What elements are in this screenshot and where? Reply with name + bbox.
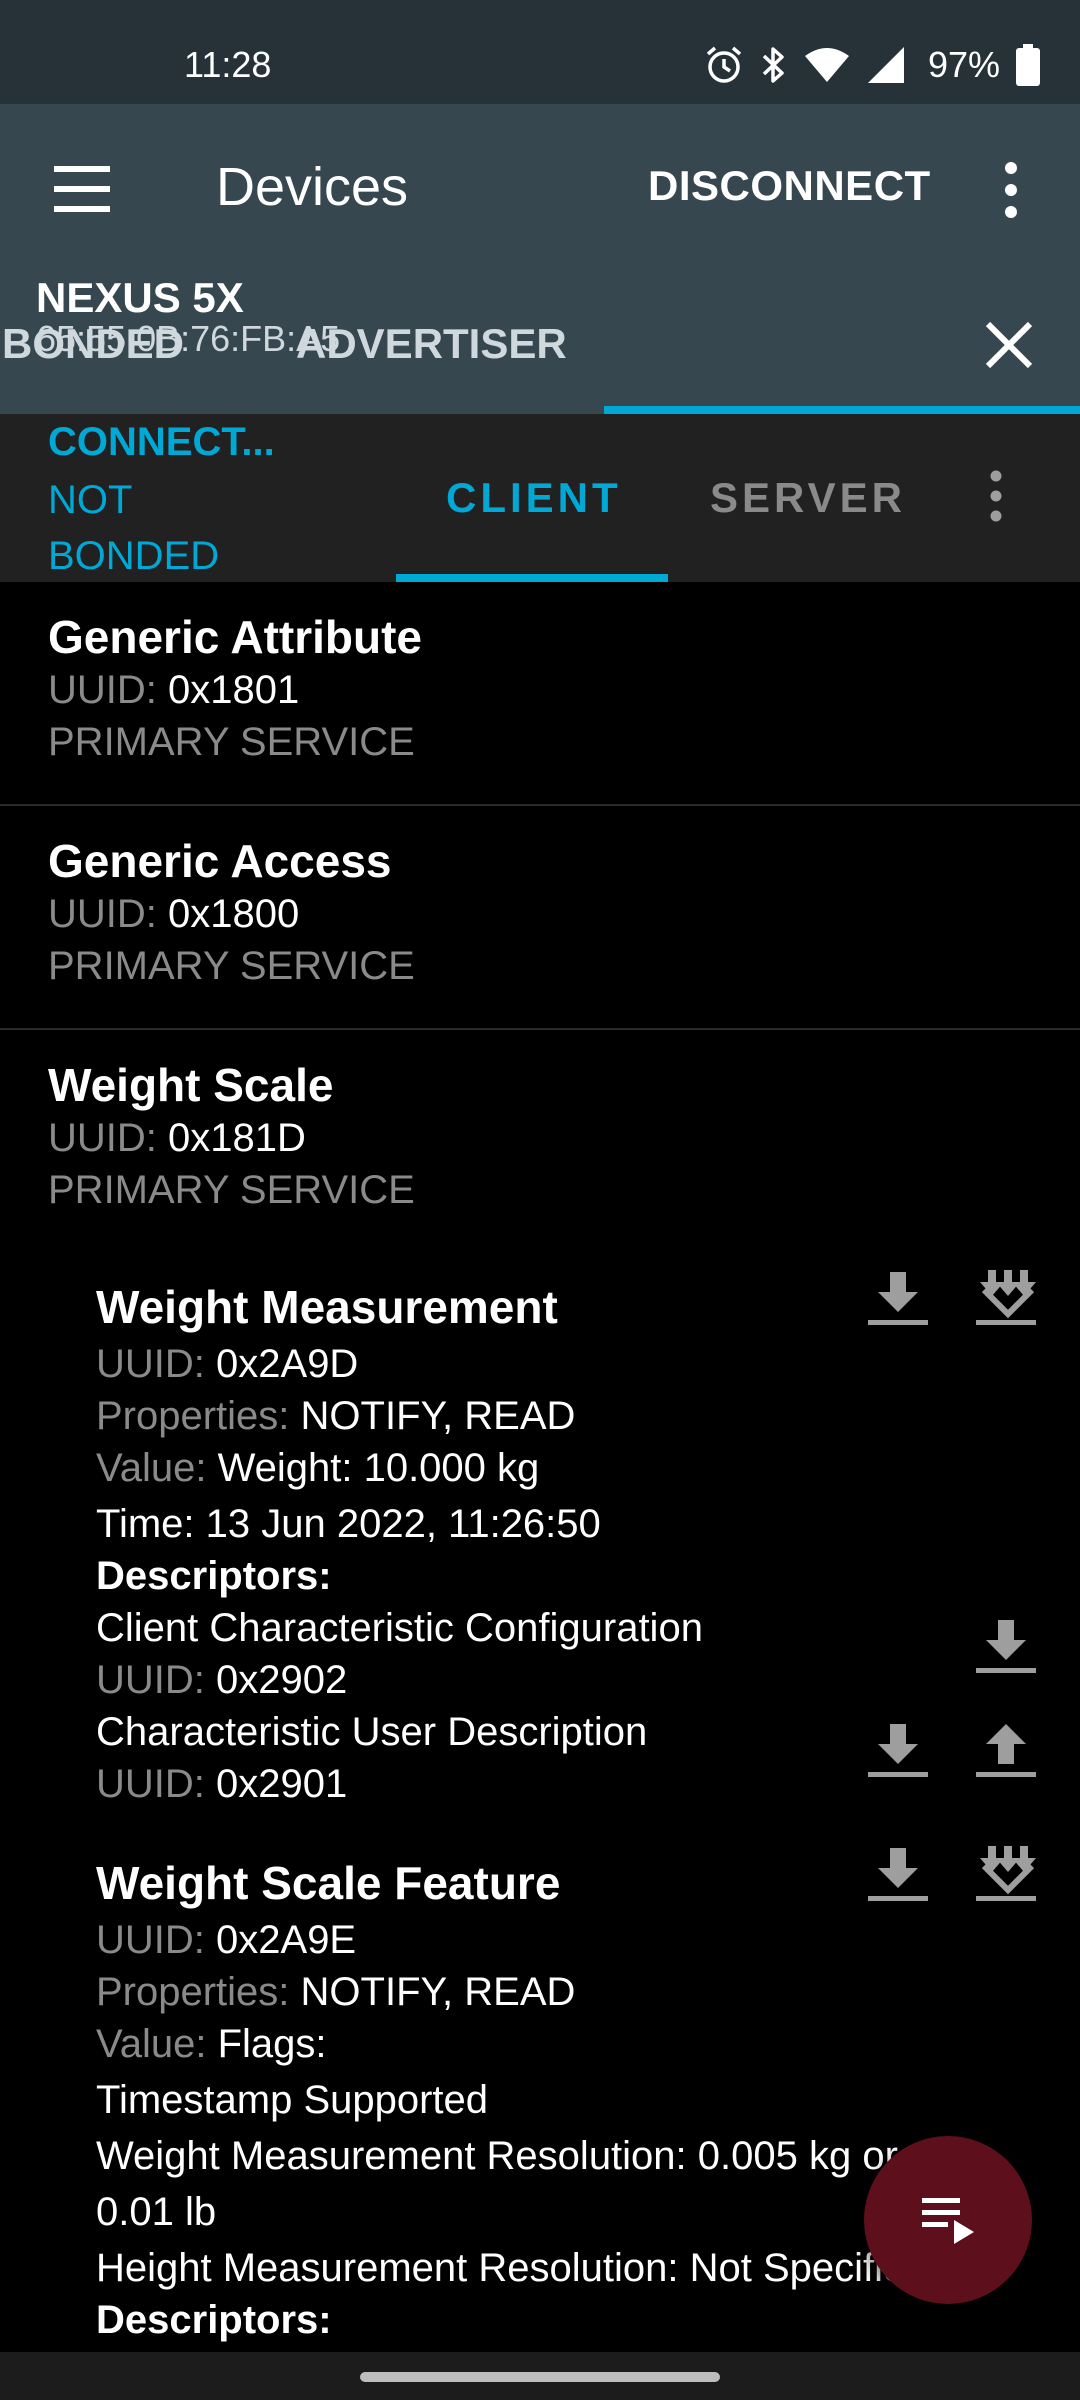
write-icon[interactable] [974,1718,1038,1782]
characteristic-value-line: Timestamp Supported [96,2078,489,2122]
read-icon[interactable] [866,1266,930,1330]
connection-state: CONNECT... [48,420,275,464]
descriptor-uuid: UUID: 0x2901 [96,1762,348,1806]
characteristic-value-line: Time: 13 Jun 2022, 11:26:50 [96,1502,601,1546]
characteristic-value-line: Height Measurement Resolution: Not Speci… [96,2246,928,2290]
descriptors-heading: Descriptors: [96,2298,332,2342]
disconnect-button[interactable]: DISCONNECT [648,162,931,210]
service-name: Generic Access [48,835,392,887]
menu-icon[interactable] [52,164,114,214]
navigation-bar [0,2352,1080,2400]
tab-server[interactable]: SERVER [710,474,906,522]
read-icon[interactable] [866,1842,930,1906]
characteristic-uuid: UUID: 0x2A9D [96,1342,359,1386]
status-icons: 97% [704,40,1040,90]
device-address: 65:55:0B:76:FB:A5 [36,318,341,359]
characteristic-value: Value: Weight: 10.000 kg [96,1446,540,1490]
read-icon[interactable] [974,1614,1038,1678]
read-icon[interactable] [866,1718,930,1782]
page-title: Devices [216,157,409,217]
descriptors-heading: Descriptors: [96,1554,332,1598]
characteristic-properties: Properties: NOTIFY, READ [96,1394,576,1438]
wifi-icon [804,46,850,84]
notify-icon[interactable] [974,1266,1038,1330]
service-type: PRIMARY SERVICE [48,720,415,764]
characteristic-name: Weight Measurement [96,1281,558,1333]
connection-bar: CONNECT... NOT BONDED CLIENT SERVER [0,414,1080,582]
service-item[interactable]: Generic Attribute UUID: 0x1801 PRIMARY S… [0,582,1080,806]
signal-icon [866,45,906,85]
bluetooth-icon [760,45,788,85]
device-tab-indicator [604,406,1080,414]
characteristic-value-line: Weight Measurement Resolution: 0.005 kg … [96,2134,898,2178]
device-tabs: BONDED ADVERTISER NEXUS 5X 65:55:0B:76:F… [0,274,1080,414]
connection-more-icon[interactable] [984,466,1008,526]
battery-icon [1016,44,1040,86]
bond-state: NOT BONDED [48,478,220,578]
status-bar: 11:28 97% [0,0,1080,104]
home-gesture-handle[interactable] [360,2372,720,2382]
service-name: Weight Scale [48,1059,334,1111]
notify-icon[interactable] [974,1842,1038,1906]
service-uuid: UUID: 0x181D [48,1116,306,1160]
service-type: PRIMARY SERVICE [48,944,415,988]
app-bar: Devices DISCONNECT [0,104,1080,274]
descriptor-uuid: UUID: 0x2902 [96,1658,348,1702]
descriptor-name: Characteristic User Description [96,1710,648,1754]
service-uuid: UUID: 0x1800 [48,892,300,936]
characteristic-properties: Properties: NOTIFY, READ [96,1970,576,2014]
characteristic-value-line: 0.01 lb [96,2190,217,2234]
characteristic-value: Value: Flags: [96,2022,327,2066]
service-type: PRIMARY SERVICE [48,1168,415,1212]
characteristic-uuid: UUID: 0x2A9E [96,1918,357,1962]
service-item[interactable]: Generic Access UUID: 0x1800 PRIMARY SERV… [0,806,1080,1030]
status-time: 11:28 [184,44,272,85]
device-name: NEXUS 5X [36,274,244,321]
service-uuid: UUID: 0x1801 [48,668,300,712]
tab-client[interactable]: CLIENT [446,474,622,522]
more-options-icon[interactable] [996,158,1026,222]
battery-percent: 97% [927,44,1000,85]
characteristic-name: Weight Scale Feature [96,1857,561,1909]
log-fab-button[interactable] [864,2136,1032,2304]
alarm-icon [704,45,744,85]
service-name: Generic Attribute [48,611,423,663]
client-tab-indicator [396,574,668,582]
close-icon[interactable] [982,318,1036,372]
descriptor-name: Client Characteristic Configuration [96,1606,703,1650]
